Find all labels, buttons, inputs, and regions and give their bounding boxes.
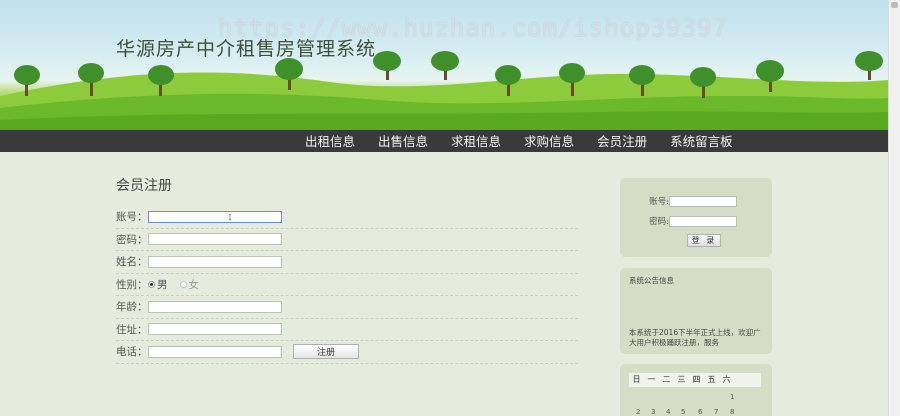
nav-item-sale[interactable]: 出售信息 [369, 130, 442, 152]
calendar-day[interactable]: 1 [730, 393, 734, 401]
form-row-address: 住址： [116, 319, 578, 341]
phone-input[interactable] [148, 345, 282, 358]
nav-item-guestbook[interactable]: 系统留言板 [661, 130, 747, 152]
calendar-day[interactable]: 5 [681, 408, 685, 416]
phone-label: 电话： [116, 346, 148, 359]
calendar-day[interactable]: 2 [636, 408, 640, 416]
form-row-phone: 电话： 注册 [116, 341, 578, 364]
login-password-label: 密码: [649, 217, 669, 227]
weekday-tue: 二 [662, 375, 671, 384]
gender-label: 性别： [116, 278, 148, 291]
gender-male-radio[interactable]: 男 [148, 277, 168, 292]
form-row-age: 年龄： [116, 296, 578, 319]
register-submit-button[interactable]: 注册 [293, 344, 359, 360]
form-row-name: 姓名： [116, 251, 578, 274]
nav-item-wanted-buy[interactable]: 求购信息 [515, 130, 588, 152]
nav-item-wanted-rent[interactable]: 求租信息 [442, 130, 515, 152]
name-input[interactable] [148, 255, 282, 268]
login-panel: 账号: 密码: 登 录 [620, 178, 772, 257]
calendar-weekday-header: 日 一 二 三 四 五 六 [629, 373, 761, 387]
calendar-panel: 日 一 二 三 四 五 六 1 2 3 4 5 6 7 8 [620, 364, 772, 416]
radio-checked-icon [148, 280, 155, 288]
address-input[interactable] [148, 323, 282, 336]
password-label: 密码： [116, 233, 148, 246]
nav-item-rent-out[interactable]: 出租信息 [296, 130, 369, 152]
calendar-day[interactable]: 6 [698, 408, 702, 416]
weekday-sat: 六 [722, 375, 731, 384]
weekday-wed: 三 [677, 375, 686, 384]
register-form: 会员注册 账号： 密码： 姓名： 性别： 男 女 年龄： 住址： 电话： 注册 [116, 176, 578, 364]
scrollbar-thumb[interactable] [891, 2, 898, 8]
weekday-mon: 一 [647, 375, 656, 384]
name-label: 姓名： [116, 256, 148, 269]
watermark-text: https://www.huzhan.com/ishop39397 [218, 14, 728, 42]
gender-male-label: 男 [157, 278, 168, 291]
login-button[interactable]: 登 录 [687, 234, 721, 247]
nav-item-register[interactable]: 会员注册 [588, 130, 661, 152]
notice-body: 本系统于2016下半年正式上线，欢迎广大用户积极踊跃注册，服务 [629, 328, 761, 347]
text-cursor-icon [229, 214, 231, 220]
account-input[interactable] [148, 210, 282, 223]
weekday-thu: 四 [692, 375, 701, 384]
age-input[interactable] [148, 300, 282, 313]
account-label: 账号： [116, 211, 148, 224]
calendar-day[interactable]: 3 [651, 408, 655, 416]
vertical-scrollbar[interactable] [888, 0, 900, 416]
form-row-gender: 性别： 男 女 [116, 274, 578, 296]
notice-panel: 系统公告信息 本系统于2016下半年正式上线，欢迎广大用户积极踊跃注册，服务 [620, 268, 772, 354]
gender-female-radio[interactable]: 女 [179, 277, 200, 292]
age-label: 年龄： [116, 301, 148, 314]
login-account-input[interactable] [669, 195, 737, 207]
weekday-fri: 五 [707, 375, 716, 384]
login-account-row: 账号: [644, 195, 737, 207]
main-nav: 出租信息 出售信息 求租信息 求购信息 会员注册 系统留言板 [0, 130, 888, 152]
radio-unchecked-icon [179, 280, 187, 288]
address-label: 住址： [116, 323, 148, 336]
header-banner: 华源房产中介租售房管理系统 https://www.huzhan.com/ish… [0, 0, 888, 130]
register-title: 会员注册 [116, 178, 172, 194]
password-input[interactable] [148, 233, 282, 246]
form-row-account: 账号： [116, 206, 578, 229]
login-password-row: 密码: [644, 215, 737, 227]
calendar-day[interactable]: 8 [730, 408, 734, 416]
calendar-day[interactable]: 7 [714, 408, 718, 416]
notice-title: 系统公告信息 [629, 276, 674, 285]
form-row-password: 密码： [116, 229, 578, 251]
weekday-sun: 日 [632, 375, 641, 384]
gender-female-label: 女 [188, 278, 200, 291]
login-account-label: 账号: [649, 197, 669, 207]
calendar-day[interactable]: 4 [666, 408, 670, 416]
login-password-input[interactable] [669, 215, 737, 227]
